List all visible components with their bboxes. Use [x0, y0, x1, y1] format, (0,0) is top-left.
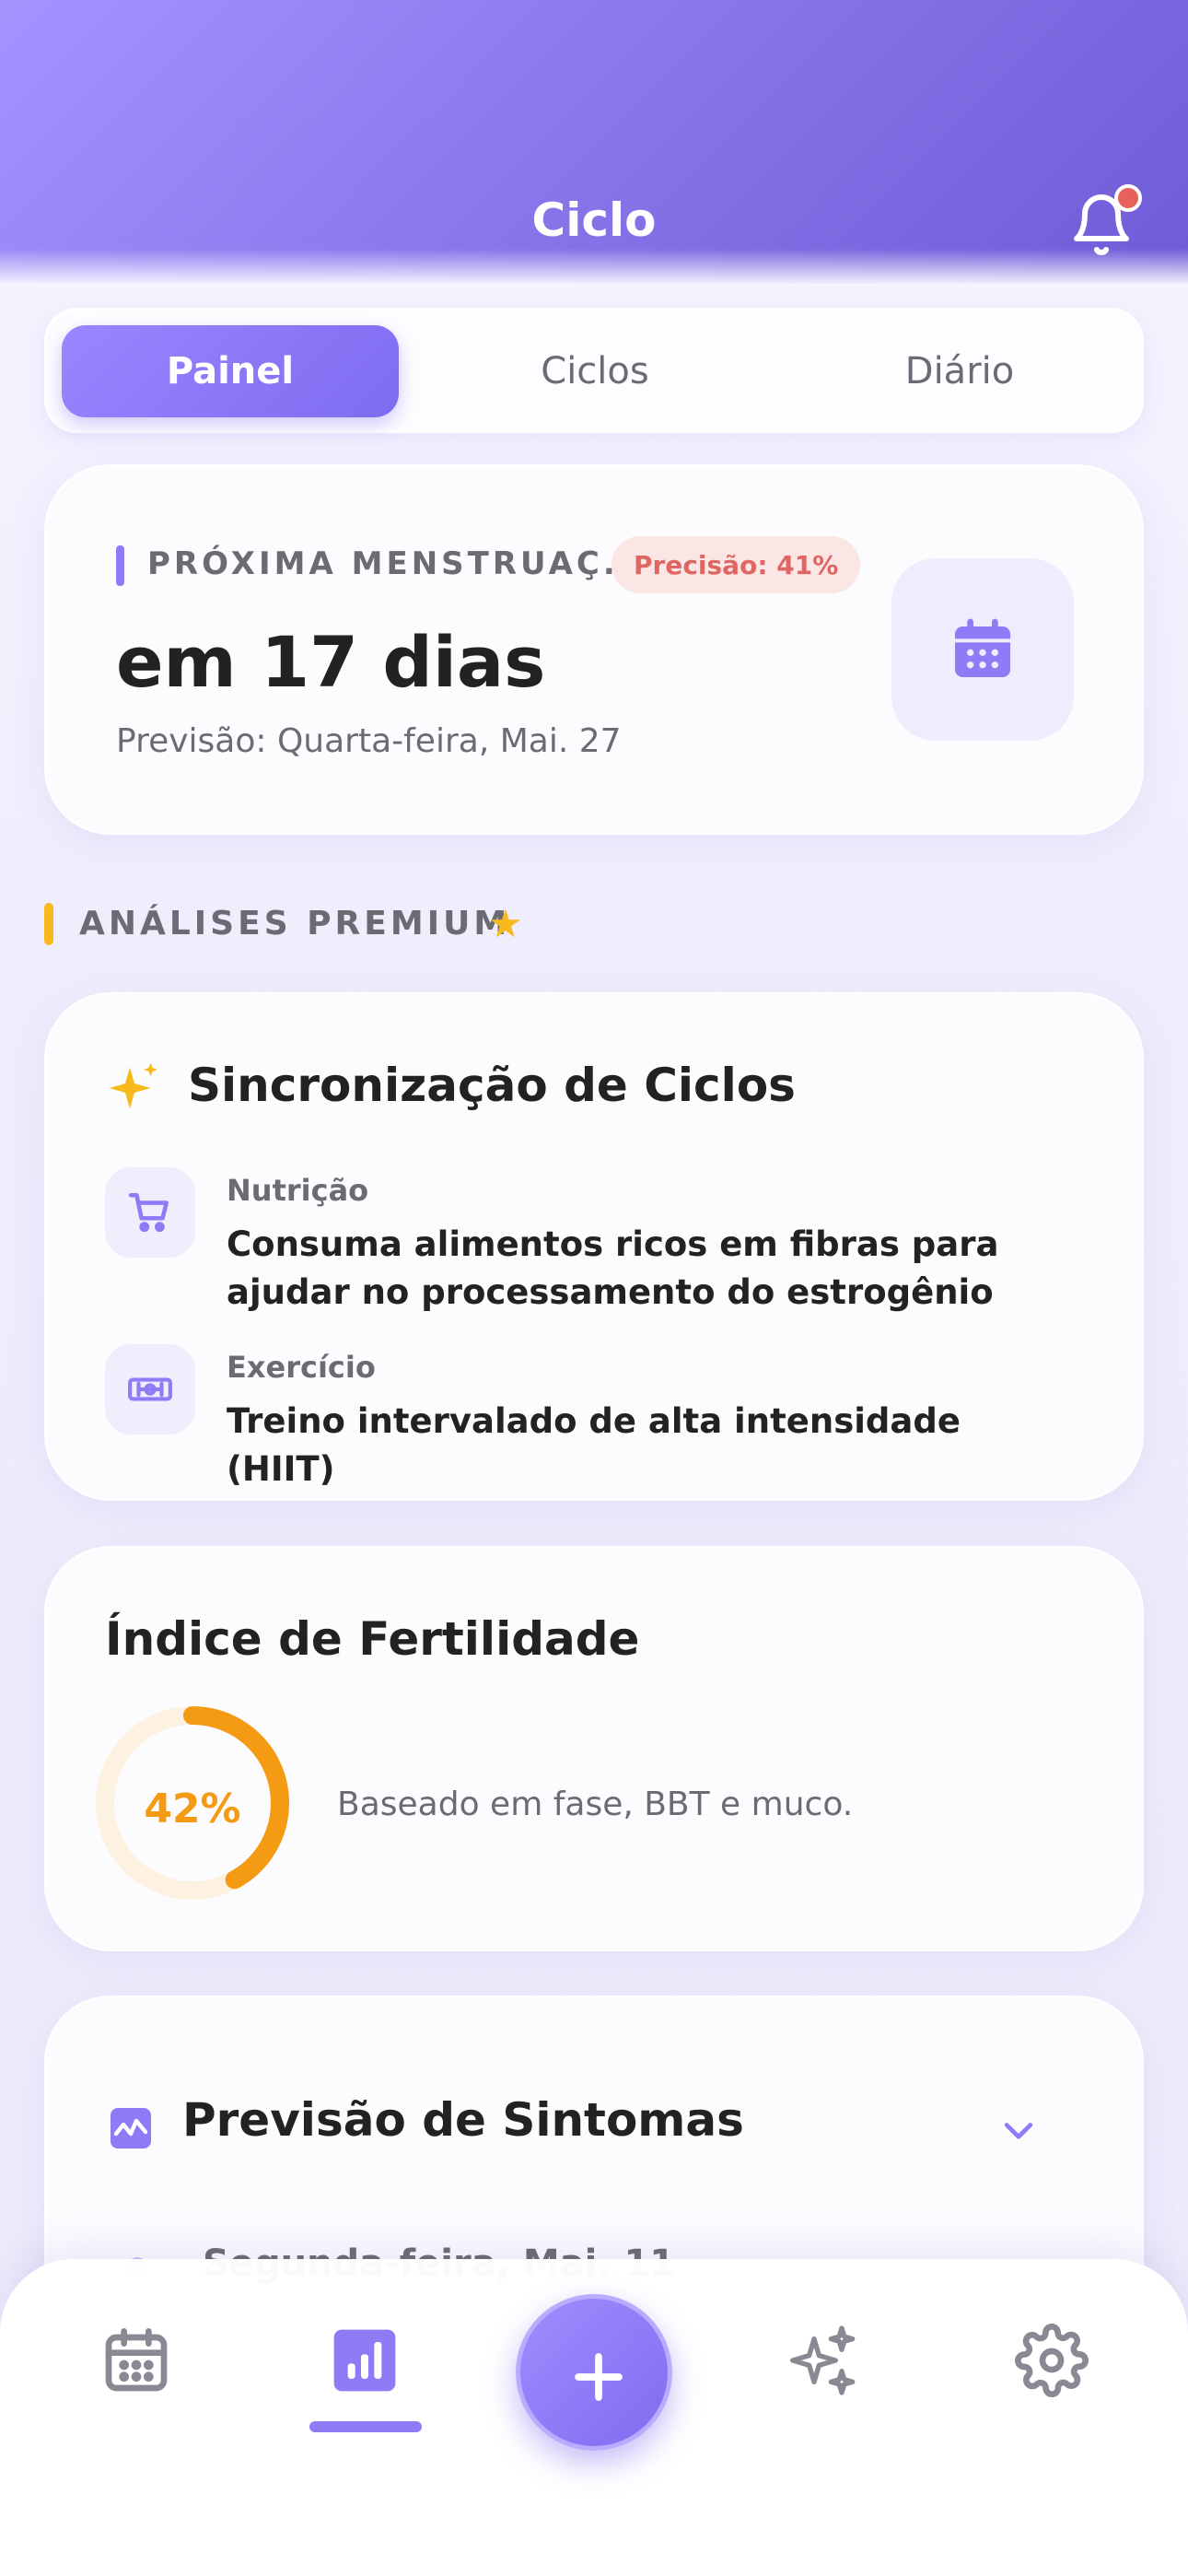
notification-dot	[1114, 184, 1142, 212]
cart-icon	[128, 1192, 169, 1233]
dumbbell-icon	[128, 1377, 172, 1401]
exercise-category: Exercício	[227, 1350, 376, 1385]
calendar-icon[interactable]	[99, 2324, 173, 2397]
next-period-card[interactable]: PRÓXIMA MENSTRUAÇ... Precisão: 41% em 17…	[44, 464, 1144, 835]
tab-ciclos[interactable]: Ciclos	[426, 325, 763, 417]
sync-title: Sincronização de Ciclos	[188, 1059, 796, 1112]
section-accent-bar	[44, 903, 53, 945]
nutrition-category: Nutrição	[227, 1173, 369, 1208]
add-button[interactable]	[516, 2294, 672, 2451]
chart-icon	[111, 2108, 151, 2149]
fertility-description: Baseado em fase, BBT e muco.	[337, 1786, 854, 1823]
fertility-title: Índice de Fertilidade	[105, 1612, 640, 1666]
next-period-prediction: Previsão: Quarta-feira, Mai. 27	[116, 722, 622, 760]
exercise-icon-box	[105, 1344, 195, 1434]
symptom-forecast-title: Previsão de Sintomas	[182, 2093, 744, 2147]
chevron-down-icon[interactable]	[998, 2110, 1039, 2150]
nutrition-icon-box	[105, 1167, 195, 1258]
star-icon: ★	[488, 901, 523, 946]
stats-icon[interactable]	[328, 2324, 402, 2397]
gear-icon[interactable]	[1015, 2324, 1089, 2397]
tab-diario[interactable]: Diário	[791, 325, 1128, 417]
exercise-tip: Treino intervalado de alta intensidade (…	[227, 1401, 961, 1489]
accuracy-badge: Precisão: 41%	[611, 536, 861, 593]
next-period-label: PRÓXIMA MENSTRUAÇ...	[147, 545, 650, 582]
segmented-tabs: Painel Ciclos Diário	[44, 308, 1144, 433]
add-icon	[575, 2353, 623, 2401]
cycle-sync-card[interactable]: Sincronização de Ciclos Nutrição Consuma…	[44, 992, 1144, 1501]
fertility-card[interactable]: Índice de Fertilidade 42% Baseado em fas…	[44, 1546, 1144, 1951]
page-title: Ciclo	[531, 193, 657, 247]
header: Ciclo	[0, 0, 1188, 286]
tab-painel[interactable]: Painel	[62, 325, 399, 417]
accent-bar	[116, 545, 124, 586]
calendar-button[interactable]	[891, 558, 1074, 741]
next-period-countdown: em 17 dias	[116, 621, 546, 703]
sparkles-icon[interactable]	[786, 2324, 860, 2397]
sparkle-icon	[109, 1062, 157, 1109]
premium-section-title: ANÁLISES PREMIUM	[79, 905, 511, 943]
nutrition-tip: Consuma alimentos ricos em fibras para a…	[227, 1224, 999, 1312]
active-tab-indicator	[309, 2421, 422, 2432]
calendar-icon	[955, 618, 1010, 677]
fertility-percent: 42%	[144, 1786, 241, 1832]
